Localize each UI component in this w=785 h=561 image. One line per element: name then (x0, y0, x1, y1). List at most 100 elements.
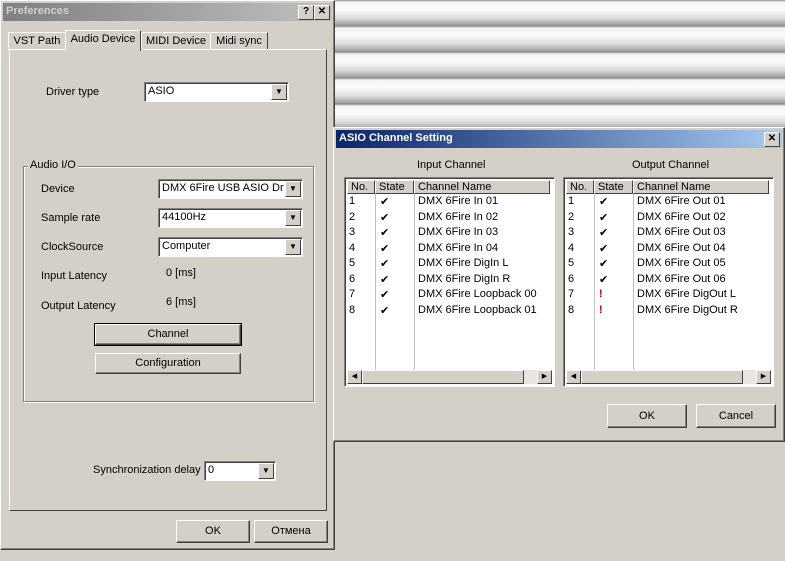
output-hscrollbar[interactable]: ◀ ▶ (566, 370, 771, 384)
output-channel-list[interactable]: No. State Channel Name 1 ✔ DMX 6Fire Out 0… (563, 177, 774, 387)
tab-audio-device[interactable]: Audio Device (65, 30, 141, 51)
sample-rate-value: 44100Hz (162, 211, 207, 223)
chevron-down-icon[interactable]: ▼ (271, 84, 287, 100)
tab-vst-path[interactable]: VST Path (8, 32, 66, 50)
sample-rate-select[interactable]: 44100Hz ▼ (158, 208, 303, 228)
channel-name: DMX 6Fire Out 02 (637, 210, 726, 223)
tab-midi-sync[interactable]: Midi sync (210, 32, 268, 50)
input-row[interactable]: 6 ✔ DMX 6Fire DigIn R (347, 273, 552, 288)
output-row[interactable]: 6 ✔ DMX 6Fire Out 06 (566, 273, 771, 288)
sync-delay-select[interactable]: 0 ▼ (204, 461, 276, 481)
channel-number: 7 (349, 288, 356, 300)
column-channel-name[interactable]: Channel Name (414, 180, 550, 194)
driver-type-value: ASIO (148, 85, 175, 97)
scroll-right-icon[interactable]: ▶ (756, 370, 771, 384)
checkmark-icon[interactable]: ✔ (599, 195, 608, 208)
scroll-thumb[interactable] (362, 370, 524, 384)
channel-button[interactable]: Channel (94, 323, 242, 346)
output-latency-label: Output Latency (41, 300, 116, 312)
asio-ok-button[interactable]: OK (607, 404, 687, 428)
column-state[interactable]: State (594, 180, 633, 194)
column-no[interactable]: No. (566, 180, 594, 194)
checkmark-icon[interactable]: ✔ (599, 211, 608, 224)
channel-number: 1 (568, 195, 575, 207)
checkmark-icon[interactable]: ✔ (380, 242, 389, 255)
close-icon[interactable]: ✕ (314, 5, 330, 20)
checkmark-icon[interactable]: ✔ (380, 273, 389, 286)
output-row[interactable]: 4 ✔ DMX 6Fire Out 04 (566, 242, 771, 257)
checkmark-icon[interactable]: ✔ (599, 226, 608, 239)
checkmark-icon[interactable]: ✔ (380, 211, 389, 224)
column-channel-name[interactable]: Channel Name (633, 180, 769, 194)
asio-cancel-button[interactable]: Cancel (696, 404, 776, 428)
chevron-down-icon[interactable]: ▼ (285, 239, 301, 255)
device-label: Device (41, 183, 75, 195)
column-no[interactable]: No. (347, 180, 375, 194)
input-row[interactable]: 2 ✔ DMX 6Fire In 02 (347, 211, 552, 226)
chevron-down-icon[interactable]: ▼ (285, 210, 301, 226)
asio-channel-window: ASIO Channel Setting ✕ Input Channel Out… (333, 127, 785, 442)
input-hscrollbar[interactable]: ◀ ▶ (347, 370, 552, 384)
output-row[interactable]: 5 ✔ DMX 6Fire Out 05 (566, 257, 771, 272)
checkmark-icon[interactable]: ✔ (380, 226, 389, 239)
help-button[interactable]: ? (298, 5, 314, 20)
scroll-thumb[interactable] (581, 370, 743, 384)
configuration-button[interactable]: Configuration (95, 353, 241, 374)
output-latency-value: 6 [ms] (166, 296, 196, 308)
preferences-title: Preferences (6, 5, 69, 17)
channel-number: 3 (568, 226, 575, 238)
checkmark-icon[interactable]: ✔ (599, 273, 608, 286)
chevron-down-icon[interactable]: ▼ (285, 181, 301, 197)
channel-name: DMX 6Fire In 04 (418, 241, 499, 254)
warning-icon[interactable]: ! (599, 288, 603, 300)
cancel-button[interactable]: Отмена (254, 520, 328, 543)
checkmark-icon[interactable]: ✔ (599, 257, 608, 270)
asio-title: ASIO Channel Setting (339, 132, 453, 144)
sync-delay-value: 0 (208, 464, 215, 476)
chevron-down-icon[interactable]: ▼ (258, 463, 274, 479)
channel-number: 8 (568, 303, 575, 316)
checkmark-icon[interactable]: ✔ (599, 242, 608, 255)
scroll-left-icon[interactable]: ◀ (566, 370, 581, 384)
output-row[interactable]: 8! DMX 6Fire DigOut R (566, 304, 771, 319)
ok-button[interactable]: OK (176, 520, 250, 543)
channel-number: 6 (568, 272, 575, 285)
driver-type-label: Driver type (46, 86, 100, 98)
preferences-titlebar[interactable]: Preferences ? ✕ (3, 3, 332, 21)
warning-icon[interactable]: ! (599, 304, 603, 316)
asio-titlebar[interactable]: ASIO Channel Setting ✕ (336, 130, 782, 148)
device-select[interactable]: DMX 6Fire USB ASIO Drive ▼ (158, 179, 303, 199)
output-row[interactable]: 2 ✔ DMX 6Fire Out 02 (566, 211, 771, 226)
background-stripes (334, 0, 785, 132)
output-row[interactable]: 3 ✔ DMX 6Fire Out 03 (566, 226, 771, 241)
output-row[interactable]: 1 ✔ DMX 6Fire Out 01 (566, 195, 771, 210)
checkmark-icon[interactable]: ✔ (380, 288, 389, 301)
preferences-window: Preferences ? ✕ VST Path Audio Device MI… (0, 0, 335, 550)
channel-name: DMX 6Fire DigIn R (418, 272, 511, 285)
checkmark-icon[interactable]: ✔ (380, 257, 389, 270)
input-row[interactable]: 1 ✔ DMX 6Fire In 01 (347, 195, 552, 210)
driver-type-select[interactable]: ASIO ▼ (144, 82, 289, 102)
checkmark-icon[interactable]: ✔ (380, 304, 389, 317)
tab-midi-device[interactable]: MIDI Device (141, 32, 211, 50)
channel-name: DMX 6Fire Out 03 (637, 226, 726, 238)
channel-number: 2 (349, 210, 356, 223)
checkmark-icon[interactable]: ✔ (380, 195, 389, 208)
input-row[interactable]: 4 ✔ DMX 6Fire In 04 (347, 242, 552, 257)
input-row[interactable]: 5 ✔ DMX 6Fire DigIn L (347, 257, 552, 272)
input-row[interactable]: 8 ✔ DMX 6Fire Loopback 01 (347, 304, 552, 319)
channel-number: 4 (568, 241, 575, 254)
scroll-left-icon[interactable]: ◀ (347, 370, 362, 384)
channel-name: DMX 6Fire Out 04 (637, 241, 726, 254)
column-state[interactable]: State (375, 180, 414, 194)
input-row[interactable]: 7 ✔ DMX 6Fire Loopback 00 (347, 288, 552, 303)
input-row[interactable]: 3 ✔ DMX 6Fire In 03 (347, 226, 552, 241)
scroll-right-icon[interactable]: ▶ (537, 370, 552, 384)
background-lower (334, 440, 785, 561)
clock-source-select[interactable]: Computer ▼ (158, 237, 303, 257)
output-row[interactable]: 7! DMX 6Fire DigOut L (566, 288, 771, 303)
close-icon[interactable]: ✕ (764, 132, 780, 147)
channel-name: DMX 6Fire Loopback 00 (418, 288, 537, 300)
channel-number: 3 (349, 226, 356, 238)
input-channel-list[interactable]: No. State Channel Name 1 ✔ DMX 6Fire In 01… (344, 177, 555, 387)
